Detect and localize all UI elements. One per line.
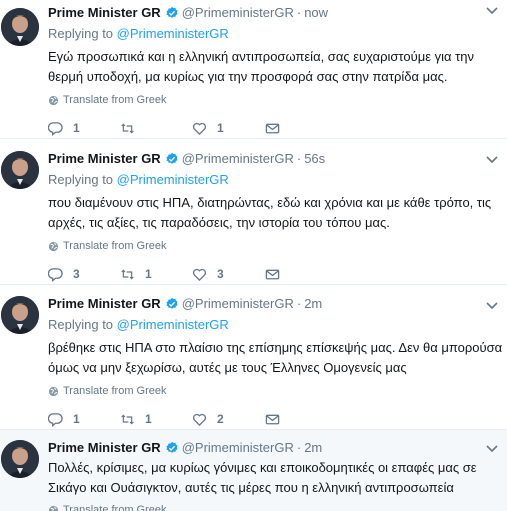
avatar[interactable] (1, 440, 39, 478)
avatar[interactable] (1, 151, 39, 189)
direct-message-button[interactable] (265, 412, 280, 427)
like-button[interactable]: 3 (192, 267, 224, 282)
tweet-actions: 1 1 (48, 119, 497, 137)
like-icon (193, 268, 206, 281)
tweet[interactable]: Prime Minister GR @PrimeministerGR · 2m … (0, 430, 507, 511)
reply-count: 3 (73, 267, 80, 281)
separator-dot: · (296, 5, 302, 20)
direct-message-button[interactable] (265, 121, 280, 136)
replying-prefix: Replying to (48, 172, 117, 187)
retweet-button[interactable]: 1 (120, 412, 152, 427)
globe-icon (48, 241, 59, 251)
reply-count: 1 (73, 121, 80, 135)
translate-link[interactable]: Translate from Greek (48, 93, 497, 107)
reply-count: 1 (73, 412, 80, 426)
retweet-icon (121, 123, 134, 133)
retweet-count: 1 (145, 267, 152, 281)
tweet[interactable]: Prime Minister GR @PrimeministerGR · 56s… (0, 139, 507, 285)
tweet[interactable]: Prime Minister GR @PrimeministerGR · now… (0, 0, 507, 139)
timestamp[interactable]: now (304, 4, 328, 22)
like-button[interactable]: 1 (192, 121, 224, 136)
direct-message-icon (265, 414, 280, 424)
like-button[interactable]: 2 (192, 412, 224, 427)
reply-button[interactable]: 3 (48, 267, 80, 282)
replying-to: Replying to @PrimeministerGR (48, 25, 497, 43)
direct-message-icon (265, 123, 280, 133)
tweet-actions: 1 1 2 (48, 410, 497, 428)
like-count: 3 (217, 267, 224, 281)
replying-prefix: Replying to (48, 317, 117, 332)
replying-to: Replying to @PrimeministerGR (48, 316, 497, 334)
display-name[interactable]: Prime Minister GR (48, 295, 161, 313)
verified-badge-icon (166, 152, 178, 164)
user-handle[interactable]: @PrimeministerGR (182, 4, 294, 22)
translate-label: Translate from Greek (63, 504, 167, 511)
translate-link[interactable]: Translate from Greek (48, 503, 497, 511)
reply-mention-link[interactable]: @PrimeministerGR (117, 317, 229, 332)
avatar[interactable] (1, 296, 39, 334)
verified-badge-icon (166, 6, 178, 18)
separator-dot: · (296, 440, 302, 455)
like-count: 1 (217, 121, 224, 135)
reply-mention-link[interactable]: @PrimeministerGR (117, 26, 229, 41)
like-icon (193, 413, 206, 426)
translate-link[interactable]: Translate from Greek (48, 239, 497, 253)
display-name[interactable]: Prime Minister GR (48, 150, 161, 168)
replying-prefix: Replying to (48, 26, 117, 41)
separator-dot: · (296, 296, 302, 311)
reply-button[interactable]: 1 (48, 412, 80, 427)
tweet-text: Εγώ προσωπικά και η ελληνική αντιπροσωπε… (48, 49, 474, 84)
tweet-text: βρέθηκε στις ΗΠΑ στο πλαίσιο της επίσημη… (48, 340, 503, 375)
reply-mention-link[interactable]: @PrimeministerGR (117, 172, 229, 187)
user-handle[interactable]: @PrimeministerGR (182, 295, 294, 313)
display-name[interactable]: Prime Minister GR (48, 439, 161, 457)
replying-to: Replying to @PrimeministerGR (48, 171, 497, 189)
timestamp[interactable]: 2m (304, 295, 322, 313)
translate-label: Translate from Greek (63, 94, 167, 106)
separator-dot: · (296, 151, 302, 166)
user-handle[interactable]: @PrimeministerGR (182, 150, 294, 168)
tweet-actions: 3 1 3 (48, 265, 497, 283)
globe-icon (48, 505, 59, 511)
globe-icon (48, 386, 59, 396)
timestamp[interactable]: 56s (304, 150, 325, 168)
retweet-icon (121, 269, 134, 279)
reply-button[interactable]: 1 (48, 121, 80, 136)
globe-icon (48, 95, 59, 105)
like-icon (193, 122, 206, 135)
translate-label: Translate from Greek (63, 385, 167, 397)
tweet-text: Πολλές, κρίσιμες, μα κυρίως γόνιμες και … (48, 460, 477, 495)
reply-icon (48, 267, 63, 282)
tweet[interactable]: Prime Minister GR @PrimeministerGR · 2m … (0, 285, 507, 430)
retweet-button[interactable] (120, 121, 145, 136)
reply-icon (48, 121, 63, 136)
verified-badge-icon (166, 441, 178, 453)
translate-link[interactable]: Translate from Greek (48, 384, 497, 398)
avatar[interactable] (1, 8, 39, 46)
translate-label: Translate from Greek (63, 240, 167, 252)
retweet-icon (121, 414, 134, 424)
timestamp[interactable]: 2m (304, 439, 322, 457)
display-name[interactable]: Prime Minister GR (48, 4, 161, 22)
like-count: 2 (217, 412, 224, 426)
user-handle[interactable]: @PrimeministerGR (182, 439, 294, 457)
retweet-count: 1 (145, 412, 152, 426)
direct-message-button[interactable] (265, 267, 280, 282)
reply-icon (48, 412, 63, 427)
verified-badge-icon (166, 297, 178, 309)
retweet-button[interactable]: 1 (120, 267, 152, 282)
direct-message-icon (265, 269, 280, 279)
tweet-text: που διαμένουν στις ΗΠΑ, διατηρώντας, εδώ… (48, 195, 492, 230)
